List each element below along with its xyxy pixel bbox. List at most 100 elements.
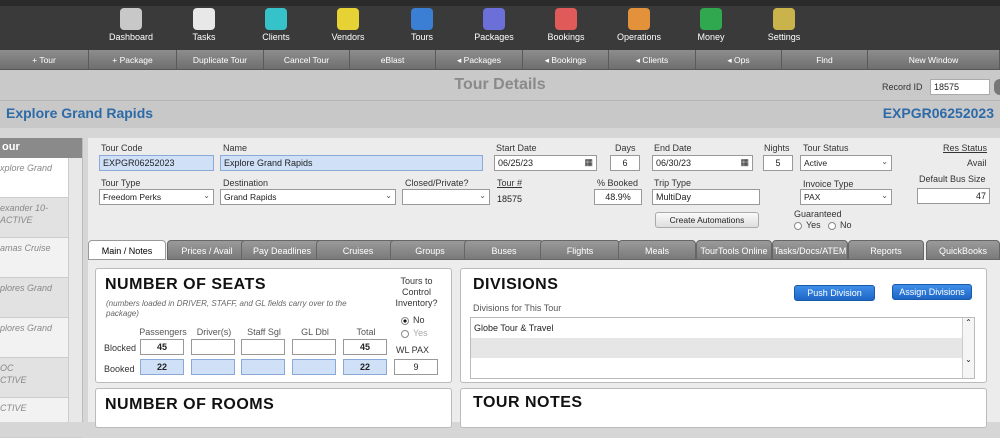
record-id-field[interactable]: 18575 <box>930 79 990 95</box>
default-bus-size-label: Default Bus Size <box>919 174 986 184</box>
inventory-yes-radio[interactable]: Yes <box>401 328 428 338</box>
divisions-subtitle: Divisions for This Tour <box>473 303 562 313</box>
days-input[interactable]: 6 <box>610 155 640 171</box>
nav-label: Settings <box>767 32 801 42</box>
toolbar-button[interactable]: ◂ Clients <box>609 50 696 70</box>
toolbar-button[interactable]: + Tour <box>0 50 89 70</box>
calendar-icon[interactable]: ▦ <box>584 157 593 168</box>
radio-icon <box>401 316 409 325</box>
nav-tasks[interactable]: Tasks <box>174 8 234 42</box>
chevron-down-icon: ⌄ <box>479 191 486 200</box>
seat-booked-input[interactable]: 22 <box>140 359 184 375</box>
invoice-type-select[interactable]: PAX ⌄ <box>800 189 892 205</box>
tab-meals[interactable]: Meals <box>618 240 696 260</box>
tab-cruises[interactable]: Cruises <box>316 240 400 260</box>
seat-booked-input[interactable] <box>191 359 235 375</box>
tab-tasks-docs-atem[interactable]: Tasks/Docs/ATEM <box>772 240 848 260</box>
nav-label: Dashboard <box>108 32 154 42</box>
calendar-icon[interactable]: ▦ <box>740 157 749 168</box>
nav-tours[interactable]: Tours <box>392 8 452 42</box>
guaranteed-yes-radio[interactable]: Yes <box>794 220 821 230</box>
seat-col-header: Staff Sgl <box>247 327 281 337</box>
toolbar-button[interactable]: ◂ Ops <box>696 50 782 70</box>
tab-main-notes[interactable]: Main / Notes <box>88 240 166 260</box>
globe-icon <box>411 8 433 30</box>
toolbar-button[interactable]: New Window <box>868 50 1000 70</box>
toolbar-button[interactable]: Find <box>782 50 868 70</box>
toolbar-button[interactable]: + Package <box>89 50 177 70</box>
tour-type-label: Tour Type <box>101 178 141 188</box>
list-item[interactable] <box>471 338 974 358</box>
calendar-icon <box>193 8 215 30</box>
days-label: Days <box>615 143 636 153</box>
chevron-down-icon[interactable]: ⌄ <box>963 355 974 364</box>
nights-input[interactable]: 5 <box>763 155 793 171</box>
res-status-link[interactable]: Res Status <box>943 143 987 153</box>
dashboard-icon <box>120 8 142 30</box>
trip-type-label: Trip Type <box>654 178 692 188</box>
nav-settings[interactable]: Settings <box>754 8 814 42</box>
tab-reports[interactable]: Reports <box>848 240 924 260</box>
nav-dashboard[interactable]: Dashboard <box>101 8 161 42</box>
tab-prices-avail[interactable]: Prices / Avail <box>167 240 247 260</box>
seat-blocked-input[interactable] <box>292 339 336 355</box>
seat-blocked-input[interactable]: 45 <box>343 339 387 355</box>
wl-pax-input[interactable]: 9 <box>394 359 438 375</box>
nav-clients[interactable]: Clients <box>246 8 306 42</box>
start-date-input[interactable]: 06/25/23 ▦ <box>494 155 597 171</box>
tab-bar: Main / Notes Prices / Avail Pay Deadlines C… <box>88 240 1000 260</box>
tab-quickbooks[interactable]: QuickBooks <box>926 240 1000 260</box>
tab-groups[interactable]: Groups <box>390 240 470 260</box>
tab-flights[interactable]: Flights <box>540 240 620 260</box>
destination-select[interactable]: Grand Rapids ⌄ <box>220 189 396 205</box>
vendor-building-icon <box>337 8 359 30</box>
record-toggle[interactable] <box>994 79 1000 95</box>
list-item[interactable]: Globe Tour & Travel <box>471 318 974 338</box>
nav-vendors[interactable]: Vendors <box>318 8 378 42</box>
tour-number-label[interactable]: Tour # <box>497 178 522 188</box>
toolbar-button[interactable]: ◂ Bookings <box>523 50 609 70</box>
toolbar-button[interactable]: Duplicate Tour <box>177 50 264 70</box>
toolbar-button[interactable]: Cancel Tour <box>264 50 350 70</box>
nav-label: Money <box>697 32 725 42</box>
divisions-title: DIVISIONS <box>473 276 559 293</box>
push-division-button[interactable]: Push Division <box>794 285 875 301</box>
tour-type-select[interactable]: Freedom Perks ⌄ <box>99 189 214 205</box>
guaranteed-no-radio[interactable]: No <box>828 220 852 230</box>
seat-booked-input[interactable] <box>241 359 285 375</box>
tab-buses[interactable]: Buses <box>464 240 544 260</box>
tab-pay-deadlines[interactable]: Pay Deadlines <box>241 240 323 260</box>
toolbar-button[interactable]: eBlast <box>350 50 436 70</box>
nav-bookings[interactable]: Bookings <box>536 8 596 42</box>
assign-divisions-button[interactable]: Assign Divisions <box>892 284 972 300</box>
percent-booked-label: % Booked <box>597 178 639 188</box>
nav-money[interactable]: Money <box>681 8 741 42</box>
name-input[interactable]: Explore Grand Rapids <box>220 155 483 171</box>
seat-blocked-input[interactable] <box>191 339 235 355</box>
tour-code-input[interactable]: EXPGR06252023 <box>99 155 214 171</box>
seat-col-header: Total <box>356 327 376 337</box>
trip-type-input[interactable]: MultiDay <box>652 189 760 205</box>
seat-booked-input[interactable]: 22 <box>343 359 387 375</box>
radio-icon <box>828 221 836 230</box>
inventory-no-radio[interactable]: No <box>401 315 425 325</box>
sidebar-scrollbar[interactable] <box>68 158 82 422</box>
closed-private-select[interactable]: ⌄ <box>402 189 490 205</box>
seat-booked-input[interactable] <box>292 359 336 375</box>
default-bus-size-input[interactable]: 47 <box>917 188 990 204</box>
seat-blocked-input[interactable] <box>241 339 285 355</box>
end-date-input[interactable]: 06/30/23 ▦ <box>652 155 753 171</box>
inventory-yes-label: Yes <box>413 328 428 338</box>
toolbar-button[interactable]: ◂ Packages <box>436 50 523 70</box>
create-automations-button[interactable]: Create Automations <box>655 212 759 228</box>
nav-packages[interactable]: Packages <box>464 8 524 42</box>
seat-blocked-input[interactable]: 45 <box>140 339 184 355</box>
divisions-scrollbar[interactable]: ⌃ ⌄ <box>962 318 974 378</box>
tour-status-value: Active <box>804 158 828 168</box>
record-id-label: Record ID <box>882 82 923 92</box>
tab-tourtools-online[interactable]: TourTools Online <box>696 240 772 260</box>
tour-status-select[interactable]: Active ⌄ <box>800 155 892 171</box>
nav-operations[interactable]: Operations <box>609 8 669 42</box>
person-pin-icon <box>265 8 287 30</box>
chevron-up-icon[interactable]: ⌃ <box>963 318 974 327</box>
